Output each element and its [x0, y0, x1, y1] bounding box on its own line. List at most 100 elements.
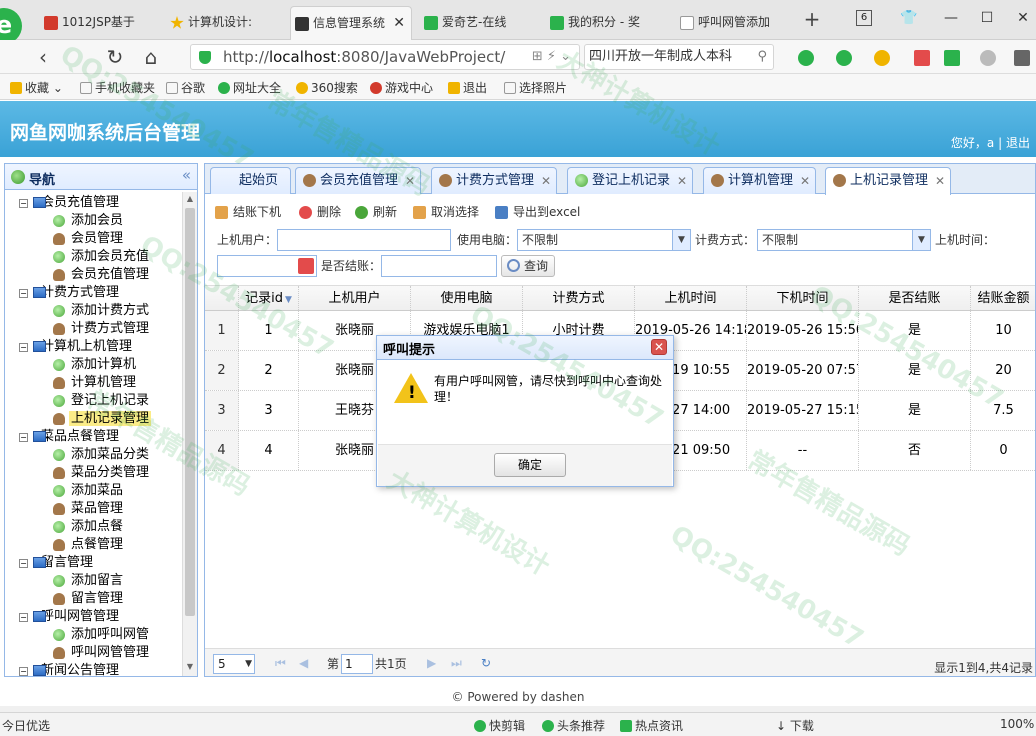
dialog-close-icon[interactable]: ✕	[651, 339, 667, 355]
extension-icon[interactable]	[798, 50, 814, 66]
bookmark-item[interactable]: 网址大全	[218, 79, 281, 96]
maximize-icon[interactable]: ☐	[976, 6, 998, 30]
user-filter-input[interactable]	[277, 229, 451, 251]
tab-close-icon[interactable]: ✕	[677, 168, 687, 194]
tab-computer-management[interactable]: 计算机管理 ✕	[703, 167, 817, 194]
battery-icon[interactable]	[944, 50, 960, 66]
calendar-icon[interactable]	[298, 258, 314, 274]
nav-item[interactable]: 添加呼叫网管	[5, 626, 183, 644]
browser-tab[interactable]: 爱奇艺-在线	[420, 6, 538, 40]
last-page-icon[interactable]: ⏭	[451, 657, 462, 669]
nav-group[interactable]: − 呼叫网管管理	[5, 608, 183, 626]
tab-close-icon[interactable]: ✕	[541, 168, 551, 194]
bookmark-item[interactable]: 手机收藏夹	[80, 79, 155, 96]
checkout-button[interactable]: 结账下机	[215, 202, 281, 222]
cancel-select-button[interactable]: 取消选择	[413, 202, 479, 222]
status-item[interactable]: 快剪辑	[474, 717, 525, 734]
collapse-icon[interactable]: «	[182, 166, 191, 184]
computer-filter-select[interactable]: 不限制 ▼	[517, 229, 691, 251]
nav-group[interactable]: − 新闻公告管理	[5, 662, 183, 676]
tab-fee-management[interactable]: 计费方式管理 ✕	[431, 167, 558, 194]
nav-item[interactable]: 添加菜品分类	[5, 446, 183, 464]
refresh-button[interactable]: 刷新	[355, 202, 397, 222]
ok-button[interactable]: 确定	[494, 453, 566, 477]
status-item[interactable]: ↓ 下载	[776, 717, 814, 734]
fee-filter-select[interactable]: 不限制 ▼	[757, 229, 931, 251]
tab-home[interactable]: 起始页	[210, 167, 292, 194]
tab-register-record[interactable]: 登记上机记录 ✕	[567, 167, 694, 194]
nav-item[interactable]: 计费方式管理	[5, 320, 183, 338]
expand-toggle-icon[interactable]: −	[19, 613, 28, 622]
nav-group[interactable]: − 计费方式管理	[5, 284, 183, 302]
expand-toggle-icon[interactable]: −	[19, 199, 28, 208]
nav-group[interactable]: − 留言管理	[5, 554, 183, 572]
bookmark-item[interactable]: 360搜索	[296, 79, 358, 96]
nav-item[interactable]: 上机记录管理	[5, 410, 183, 428]
tab-close-icon[interactable]: ✕	[393, 7, 405, 39]
extension-icon[interactable]	[836, 50, 852, 66]
new-tab-button[interactable]: +	[800, 8, 824, 32]
nav-item[interactable]: 添加留言	[5, 572, 183, 590]
column-header[interactable]: 是否结账	[859, 286, 971, 310]
scroll-up-icon[interactable]: ▲	[185, 194, 195, 206]
nav-item[interactable]: 计算机管理	[5, 374, 183, 392]
nav-item[interactable]: 添加会员充值	[5, 248, 183, 266]
status-left[interactable]: 今日优选	[2, 717, 50, 734]
expand-toggle-icon[interactable]: −	[19, 559, 28, 568]
browser-tab-active[interactable]: 信息管理系统 ✕	[290, 6, 412, 40]
browser-tab[interactable]: 我的积分 - 奖	[546, 6, 668, 40]
status-item[interactable]: 头条推荐	[542, 717, 605, 734]
prev-page-icon[interactable]: ◀	[299, 657, 309, 669]
nav-item[interactable]: 登记上机记录	[5, 392, 183, 410]
scroll-down-icon[interactable]: ▼	[185, 662, 195, 674]
nav-item[interactable]: 会员管理	[5, 230, 183, 248]
home-icon[interactable]: ⌂	[138, 44, 164, 70]
tab-close-icon[interactable]: ✕	[405, 168, 415, 194]
nav-item[interactable]: 添加点餐	[5, 518, 183, 536]
browser-tab[interactable]: 1012JSP基于	[40, 6, 158, 40]
undo-icon[interactable]	[980, 50, 996, 66]
browser-tab[interactable]: 呼叫网管添加	[676, 6, 794, 40]
column-header[interactable]: 计费方式	[523, 286, 635, 310]
zoom-level[interactable]: 100%	[1000, 717, 1034, 731]
bookmark-item[interactable]: 选择照片	[504, 79, 567, 96]
nav-item[interactable]: 菜品管理	[5, 500, 183, 518]
tab-close-icon[interactable]: ✕	[800, 168, 810, 194]
tab-close-icon[interactable]: ✕	[935, 168, 945, 194]
page-number-input[interactable]: 1	[341, 654, 373, 674]
nav-scrollbar[interactable]: ▲ ▼	[182, 192, 197, 676]
nav-group[interactable]: − 菜品点餐管理	[5, 428, 183, 446]
nav-group[interactable]: − 会员充值管理	[5, 194, 183, 212]
back-icon[interactable]: ‹	[30, 44, 56, 70]
column-header[interactable]: 结账金额	[971, 286, 1035, 310]
close-window-icon[interactable]: ✕	[1012, 6, 1034, 30]
nav-item[interactable]: 菜品分类管理	[5, 464, 183, 482]
search-icon[interactable]: ⚲	[757, 45, 767, 69]
delete-button[interactable]: 删除	[299, 202, 341, 222]
status-item[interactable]: 热点资讯	[620, 717, 683, 734]
query-button[interactable]: 查询	[501, 255, 556, 277]
refresh-icon[interactable]: ↻	[102, 44, 128, 70]
column-header[interactable]: 使用电脑	[411, 286, 523, 310]
nav-item[interactable]: 添加会员	[5, 212, 183, 230]
tab-record-management[interactable]: 上机记录管理 ✕	[825, 167, 952, 195]
bookmark-item[interactable]: 收藏 ⌄	[10, 79, 63, 96]
bookmark-item[interactable]: 游戏中心	[370, 79, 433, 96]
time-filter-input[interactable]	[217, 255, 317, 277]
skin-icon[interactable]: 👕	[898, 6, 920, 30]
nav-item[interactable]: 点餐管理	[5, 536, 183, 554]
nav-item[interactable]: 添加菜品	[5, 482, 183, 500]
url-tools-icon[interactable]: ⊞ ⚡ ⌄	[532, 49, 571, 64]
nav-item[interactable]: 添加计算机	[5, 356, 183, 374]
column-header[interactable]: 上机用户	[299, 286, 411, 310]
first-page-icon[interactable]: ⏮	[275, 657, 286, 669]
scroll-thumb[interactable]	[185, 208, 195, 616]
next-page-icon[interactable]: ▶	[427, 657, 437, 669]
export-excel-button[interactable]: 导出到excel	[495, 202, 580, 222]
settled-filter-input[interactable]	[381, 255, 497, 277]
page-size-select[interactable]: 5 ▼	[213, 654, 255, 674]
expand-toggle-icon[interactable]: −	[19, 667, 28, 676]
expand-toggle-icon[interactable]: −	[19, 343, 28, 352]
expand-toggle-icon[interactable]: −	[19, 289, 28, 298]
expand-toggle-icon[interactable]: −	[19, 433, 28, 442]
